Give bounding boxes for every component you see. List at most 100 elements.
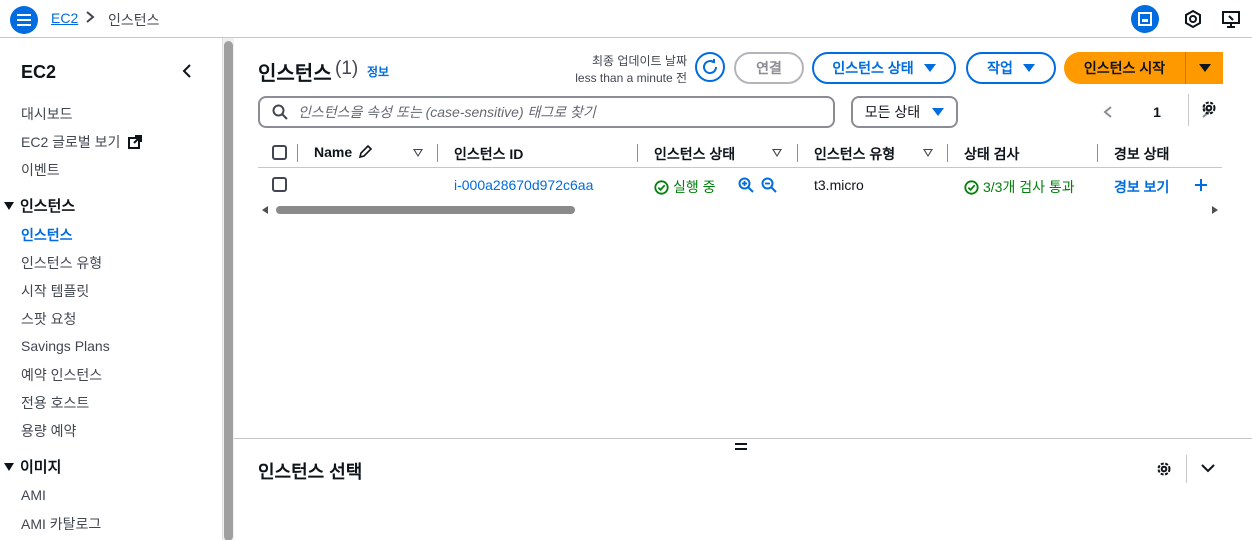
sidebar-section-images[interactable]: 이미지 [4, 456, 61, 477]
refresh-button[interactable] [695, 52, 725, 82]
plus-icon[interactable] [1194, 178, 1208, 192]
status-check-text: 3/3개 검사 통과 [983, 179, 1075, 195]
split-panel-divider [234, 438, 1252, 439]
sidebar-item-global-view[interactable]: EC2 글로벌 보기 [21, 132, 143, 152]
instance-state-text: 실행 중 [673, 179, 716, 195]
column-status-check[interactable]: 상태 검사 [964, 144, 1019, 164]
sidebar-item-launch-templates[interactable]: 시작 템플릿 [21, 281, 89, 301]
sidebar-item-savings-plans[interactable]: Savings Plans [21, 338, 110, 354]
panel-icon [1138, 12, 1152, 26]
caret-down-icon [4, 462, 14, 471]
settings-gear-icon[interactable] [1155, 460, 1173, 478]
divider [1188, 94, 1189, 126]
menu-button[interactable] [10, 6, 38, 34]
drag-handle-icon[interactable] [735, 443, 747, 451]
ec2-console: EC2 인스턴스 EC2 대시보드 EC2 글로벌 보기 이벤트 인스턴스 인스… [0, 0, 1252, 540]
side-navigation: EC2 대시보드 EC2 글로벌 보기 이벤트 인스턴스 인스턴스 인스턴스 유… [0, 38, 222, 540]
page-number[interactable]: 1 [1153, 104, 1161, 120]
sidebar-item-dedicated-hosts[interactable]: 전용 호스트 [21, 393, 89, 413]
column-divider [637, 144, 638, 162]
sidebar-item-ami-catalog[interactable]: AMI 카탈로그 [21, 514, 101, 534]
sidebar-item-reserved-instances[interactable]: 예약 인스턴스 [21, 365, 102, 385]
chevron-left-icon[interactable] [180, 62, 194, 80]
split-panel-title: 인스턴스 선택 [258, 462, 363, 482]
row-checkbox[interactable] [272, 177, 287, 192]
info-link[interactable]: 정보 [367, 63, 389, 80]
column-instance-id[interactable]: 인스턴스 ID [454, 144, 523, 164]
column-alarm-status[interactable]: 경보 상태 [1114, 144, 1169, 164]
zoom-out-icon[interactable] [761, 177, 777, 193]
breadcrumb-current: 인스턴스 [108, 12, 160, 28]
connect-button[interactable]: 연결 [734, 52, 804, 84]
zoom-in-icon[interactable] [738, 177, 754, 193]
select-all-checkbox[interactable] [272, 145, 287, 160]
panel-toggle-button[interactable] [1131, 5, 1159, 33]
sort-icon[interactable] [772, 149, 782, 157]
table-header: Name 인스턴스 ID 인스턴스 상태 인스턴스 유형 상태 검사 경보 상태 [258, 138, 1222, 168]
sidebar-section-label: 인스턴스 [20, 198, 76, 215]
cell-instance-state: 실행 중 [654, 177, 716, 197]
column-instance-type[interactable]: 인스턴스 유형 [814, 144, 895, 164]
instance-count: (1) [335, 58, 359, 79]
settings-gear-icon[interactable] [1200, 99, 1218, 117]
last-updated-label: 최종 업데이트 날짜 [592, 54, 687, 68]
sidebar-scrollbar[interactable] [222, 38, 234, 540]
sort-icon[interactable] [413, 149, 423, 157]
column-instance-state[interactable]: 인스턴스 상태 [654, 144, 735, 164]
top-navigation-bar: EC2 인스턴스 [0, 0, 1252, 38]
cloudshell-icon[interactable] [1183, 9, 1203, 29]
view-alarms-link[interactable]: 경보 보기 [1114, 177, 1169, 197]
column-name-label: Name [314, 144, 353, 160]
sidebar-item-capacity-reservations[interactable]: 용량 예약 [21, 421, 76, 441]
instance-state-label: 인스턴스 상태 [832, 60, 914, 76]
sidebar-item-instances[interactable]: 인스턴스 [21, 225, 73, 245]
column-divider [297, 144, 298, 162]
sidebar-section-instances[interactable]: 인스턴스 [4, 195, 75, 216]
sidebar-item-instance-types[interactable]: 인스턴스 유형 [21, 253, 102, 273]
last-updated-value: less than a minute 전 [575, 71, 687, 85]
state-filter-select[interactable]: 모든 상태 [851, 96, 958, 128]
search-input[interactable] [298, 104, 818, 120]
sidebar-title: EC2 [21, 62, 57, 82]
column-divider [797, 144, 798, 162]
instance-state-dropdown[interactable]: 인스턴스 상태 [812, 52, 956, 84]
search-icon [272, 104, 288, 120]
caret-down-icon [932, 108, 945, 116]
sidebar-section-label: 이미지 [20, 459, 62, 476]
column-name[interactable]: Name [314, 144, 373, 160]
sidebar-item-events[interactable]: 이벤트 [21, 160, 60, 180]
sidebar-item-label: EC2 글로벌 보기 [21, 134, 121, 150]
refresh-icon [703, 59, 718, 75]
scroll-left-arrow-icon[interactable] [262, 206, 268, 214]
sort-icon[interactable] [923, 149, 933, 157]
connect-label: 연결 [756, 60, 782, 76]
menu-icon [17, 14, 31, 26]
check-circle-icon [964, 179, 979, 195]
scrollbar-thumb[interactable] [276, 206, 575, 214]
caret-down-icon [4, 201, 14, 210]
breadcrumb-ec2-link[interactable]: EC2 [51, 10, 78, 26]
table-row[interactable]: i-000a28670d972c6aa 실행 중 t3.micro 3/3개 검… [258, 169, 1222, 201]
feedback-icon[interactable] [1221, 9, 1241, 29]
column-divider [1097, 144, 1098, 162]
external-link-icon [128, 135, 143, 149]
chevron-left-icon[interactable] [1102, 104, 1114, 120]
column-divider [947, 144, 948, 162]
actions-dropdown[interactable]: 작업 [966, 52, 1056, 84]
launch-options-dropdown[interactable] [1185, 52, 1223, 84]
edit-icon [359, 145, 373, 159]
divider [1186, 455, 1187, 483]
scrollbar-thumb[interactable] [224, 41, 233, 540]
caret-down-icon [1022, 64, 1035, 72]
sidebar-item-ami[interactable]: AMI [21, 487, 46, 503]
scroll-right-arrow-icon[interactable] [1212, 206, 1218, 214]
cell-instance-type: t3.micro [814, 177, 864, 193]
table-horizontal-scrollbar[interactable] [258, 204, 1222, 214]
chevron-down-icon[interactable] [1200, 462, 1216, 474]
sidebar-item-spot-requests[interactable]: 스팟 요청 [21, 309, 76, 329]
check-circle-icon [654, 179, 669, 195]
search-box[interactable] [258, 96, 835, 128]
sidebar-item-dashboard[interactable]: 대시보드 [21, 104, 73, 124]
caret-down-icon [1198, 64, 1211, 72]
instance-id-link[interactable]: i-000a28670d972c6aa [454, 177, 593, 193]
